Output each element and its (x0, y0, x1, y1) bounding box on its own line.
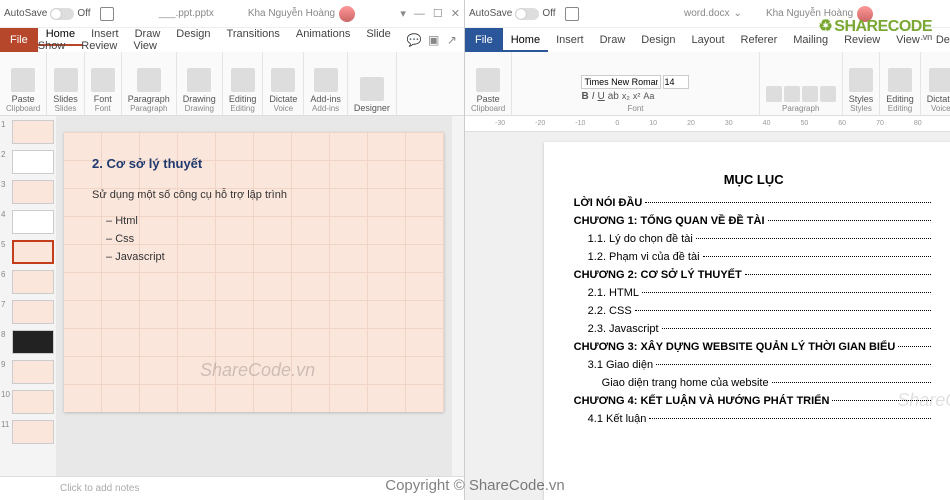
underline-button[interactable]: U (598, 91, 605, 102)
slide-thumbnails[interactable]: 1 2 3 4 5 6 7 8 9 10 11 (0, 116, 56, 476)
word-titlebar: AutoSave Off word.docx ⌄ Kha Nguyễn Hoàn… (465, 0, 950, 28)
word-tabbar: File HomeInsertDrawDesignLayoutRefererMa… (465, 28, 950, 52)
bold-button[interactable]: B (581, 91, 588, 102)
font-name-select[interactable] (581, 75, 661, 89)
save-icon[interactable] (565, 7, 579, 21)
thumbnail-8[interactable]: 8 (2, 330, 54, 354)
toc-entry[interactable]: LỜI NÓI ĐẦU (574, 197, 934, 209)
sup-button[interactable]: x² (633, 91, 641, 102)
tab-view[interactable]: View (888, 30, 928, 50)
word-ribbon: PasteClipboard B I U ab x₂ x² Aa Font Pa… (465, 52, 950, 116)
notes-pane[interactable]: Click to add notes (0, 476, 464, 500)
tab-home[interactable]: Home (503, 30, 548, 52)
avatar-icon[interactable] (339, 6, 355, 22)
styles-icon[interactable] (849, 68, 873, 92)
slide-subtitle: Sử dụng một số công cụ hỗ trợ lập trình (92, 189, 416, 201)
thumbnail-7[interactable]: 7 (2, 300, 54, 324)
minimize-icon[interactable]: — (414, 8, 425, 20)
paste-icon[interactable] (476, 68, 500, 92)
number-icon[interactable] (784, 86, 800, 102)
editing-icon[interactable] (888, 68, 912, 92)
ribbon-options-icon[interactable]: ▾ (400, 7, 406, 20)
file-tab[interactable]: File (0, 28, 38, 52)
slide-canvas[interactable]: 2. Cơ sở lý thuyết Sử dụng một số công c… (64, 132, 444, 412)
thumbnail-1[interactable]: 1 (2, 120, 54, 144)
italic-button[interactable]: I (592, 91, 595, 102)
toc-entry[interactable]: CHƯƠNG 3: XÂY DỰNG WEBSITE QUẢN LÝ THỜI … (574, 341, 934, 353)
user-name: Kha Nguyễn Hoàng (248, 8, 335, 19)
document-page[interactable]: MỤC LỤC LỜI NÓI ĐẦU CHƯƠNG 1: TỔNG QUAN V… (544, 142, 950, 500)
thumbnail-4[interactable]: 4 (2, 210, 54, 234)
toc-entry[interactable]: 3.1 Giao diện (574, 359, 934, 371)
tab-design[interactable]: Design (168, 24, 218, 44)
case-button[interactable]: Aa (643, 91, 654, 102)
paste-icon[interactable] (11, 68, 35, 92)
ppt-ribbon: PasteClipboard SlidesSlides FontFont Par… (0, 52, 464, 116)
maximize-icon[interactable]: ☐ (433, 7, 443, 20)
dictate-icon[interactable] (271, 68, 295, 92)
thumbnail-2[interactable]: 2 (2, 150, 54, 174)
autosave-label: AutoSave (4, 8, 47, 19)
toc-entry[interactable]: CHƯƠNG 1: TỔNG QUAN VỀ ĐỀ TÀI (574, 215, 934, 227)
close-icon[interactable]: ✕ (451, 7, 460, 20)
align-icon[interactable] (802, 86, 818, 102)
strike-button[interactable]: ab (608, 91, 619, 102)
save-icon[interactable] (100, 7, 114, 21)
tab-develop[interactable]: Develop (928, 30, 950, 50)
share-icon[interactable]: ↗ (446, 32, 458, 48)
thumbnail-9[interactable]: 9 (2, 360, 54, 384)
thumbnail-10[interactable]: 10 (2, 390, 54, 414)
tab-design[interactable]: Design (633, 30, 683, 50)
tab-mailing[interactable]: Mailing (785, 30, 836, 50)
toc-entry[interactable]: 2.2. CSS (574, 305, 934, 317)
slide-bullet: Css (106, 233, 416, 245)
scrollbar[interactable] (452, 116, 464, 476)
font-size-select[interactable] (663, 75, 689, 89)
bullet-icon[interactable] (766, 86, 782, 102)
tab-layout[interactable]: Layout (684, 30, 733, 50)
sub-button[interactable]: x₂ (622, 91, 630, 102)
paragraph-icon[interactable] (137, 68, 161, 92)
tab-animations[interactable]: Animations (288, 24, 358, 44)
tab-draw[interactable]: Draw (592, 30, 634, 50)
toc-entry[interactable]: 1.2. Phạm vi của đề tài (574, 251, 934, 263)
toc-entry[interactable]: 1.1. Lý do chọn đề tài (574, 233, 934, 245)
addins-icon[interactable] (314, 68, 338, 92)
present-icon[interactable]: ▣ (428, 32, 440, 48)
toc-entry[interactable]: 4.1 Kết luận (574, 413, 934, 425)
toc-entry[interactable]: 2.3. Javascript (574, 323, 934, 335)
file-tab[interactable]: File (465, 28, 503, 52)
toc-entry[interactable]: Giao diện trang home của website (574, 377, 934, 389)
editing-icon[interactable] (231, 68, 255, 92)
dictate-icon[interactable] (929, 68, 950, 92)
tab-referer[interactable]: Referer (733, 30, 786, 50)
tab-transitions[interactable]: Transitions (219, 24, 288, 44)
tab-insert[interactable]: Insert (548, 30, 592, 50)
ppt-tabbar: File HomeInsertDrawDesignTransitionsAnim… (0, 28, 464, 52)
toc-entry[interactable]: 2.1. HTML (574, 287, 934, 299)
thumbnail-5[interactable]: 5 (2, 240, 54, 264)
font-icon[interactable] (91, 68, 115, 92)
slides-icon[interactable] (54, 68, 78, 92)
autosave-toggle[interactable] (50, 8, 74, 20)
drawing-icon[interactable] (187, 68, 211, 92)
toc-title: MỤC LỤC (574, 172, 934, 187)
ruler[interactable]: -30-20-100102030405060708090100110 (465, 116, 950, 132)
slide-heading: 2. Cơ sở lý thuyết (92, 156, 416, 171)
thumbnail-6[interactable]: 6 (2, 270, 54, 294)
thumbnail-11[interactable]: 11 (2, 420, 54, 444)
avatar-icon[interactable] (857, 6, 873, 22)
ppt-filename: ___.ppt.pptx (159, 8, 214, 19)
slide-bullet: Javascript (106, 251, 416, 263)
indent-icon[interactable] (820, 86, 836, 102)
thumbnail-3[interactable]: 3 (2, 180, 54, 204)
toc-entry[interactable]: CHƯƠNG 4: KẾT LUẬN VÀ HƯỚNG PHÁT TRIỂN (574, 395, 934, 407)
autosave-toggle[interactable] (515, 8, 539, 20)
slide-bullet: Html (106, 215, 416, 227)
toc-entry[interactable]: CHƯƠNG 2: CƠ SỞ LÝ THUYẾT (574, 269, 934, 281)
designer-icon[interactable] (360, 77, 384, 101)
comments-icon[interactable]: 💬 (407, 32, 422, 48)
word-filename: word.docx (684, 8, 730, 19)
tab-review[interactable]: Review (836, 30, 888, 50)
